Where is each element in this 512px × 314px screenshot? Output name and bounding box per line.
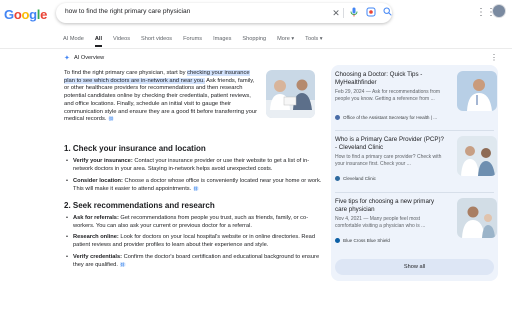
source-site: Office of the Assistant Secretary for He… xyxy=(335,115,438,121)
link-icon[interactable]: ⛓ xyxy=(119,262,126,268)
tab-images[interactable]: Images xyxy=(213,36,231,42)
source-title[interactable]: Choosing a Doctor: Quick Tips - MyHealth… xyxy=(335,71,447,87)
tab-videos[interactable]: Videos xyxy=(113,36,130,42)
item-label: Consider location: xyxy=(73,177,123,184)
source-card[interactable]: Five tips for choosing a new primary car… xyxy=(331,198,498,250)
search-divider xyxy=(343,8,344,18)
section-heading: 2. Seek recommendations and research xyxy=(64,200,215,210)
tab-tools[interactable]: Tools ▾ xyxy=(305,36,322,42)
search-tabs: AI Mode All Videos Short videos Forums I… xyxy=(63,36,323,47)
mic-icon[interactable] xyxy=(348,7,360,19)
card-divider xyxy=(335,130,494,131)
source-site-name: Cleveland Clinic xyxy=(343,176,376,181)
item-label: Ask for referrals: xyxy=(73,214,119,221)
source-card[interactable]: Who is a Primary Care Provider (PCP)? - … xyxy=(331,136,498,188)
list-item: Verify your insurance: Contact your insu… xyxy=(64,158,322,174)
intro-text-rest: Ask friends, family, or other healthcare… xyxy=(64,77,258,123)
ai-overview-title: AI Overview xyxy=(74,55,105,61)
site-favicon-icon xyxy=(335,238,340,244)
source-snippet: Nov 4, 2021 — Many people feel most comf… xyxy=(335,216,426,229)
close-icon[interactable]: ✕ xyxy=(330,7,342,19)
search-box[interactable]: how to find the right primary care physi… xyxy=(56,3,392,23)
list-item: Research online: Look for doctors on you… xyxy=(64,234,322,250)
source-card[interactable]: Choosing a Doctor: Quick Tips - MyHealth… xyxy=(331,71,498,127)
item-label: Verify your insurance: xyxy=(73,158,133,164)
search-input[interactable]: how to find the right primary care physi… xyxy=(65,8,190,15)
sparkle-icon: ✦ xyxy=(64,55,70,62)
doctor-patient-image[interactable] xyxy=(266,70,315,118)
source-site: Blue Cross Blue Shield xyxy=(335,238,390,244)
show-all-button[interactable]: Show all xyxy=(335,259,494,275)
item-label: Research online: xyxy=(73,234,119,241)
source-site-name: Blue Cross Blue Shield xyxy=(343,238,390,243)
link-icon[interactable]: ⛓ xyxy=(108,116,115,122)
tab-forums[interactable]: Forums xyxy=(183,36,202,42)
section-heading: 1. Check your insurance and location xyxy=(64,144,206,153)
tab-ai-mode[interactable]: AI Mode xyxy=(63,36,84,42)
list-item: Verify credentials: Confirm the doctor's… xyxy=(64,254,322,270)
more-options-icon[interactable]: ⋮ xyxy=(490,53,498,62)
site-favicon-icon xyxy=(335,115,340,121)
overview-sections: 1. Check your insurance and location Ver… xyxy=(64,144,322,274)
lens-icon[interactable] xyxy=(365,7,377,19)
source-thumbnail[interactable] xyxy=(457,71,497,111)
source-thumbnail[interactable] xyxy=(457,198,497,238)
intro-text: To find the right primary care physician… xyxy=(64,70,188,76)
source-thumbnail[interactable] xyxy=(457,136,497,176)
source-title[interactable]: Who is a Primary Care Provider (PCP)? - … xyxy=(335,136,447,152)
tabs-divider xyxy=(0,48,512,49)
google-logo[interactable]: Google xyxy=(4,7,47,22)
overview-intro: To find the right primary care physician… xyxy=(64,70,260,124)
tab-shopping[interactable]: Shopping xyxy=(242,36,266,42)
card-divider xyxy=(335,192,494,193)
source-site: Cleveland Clinic xyxy=(335,176,376,182)
link-icon[interactable]: ⛓ xyxy=(192,185,199,191)
search-icon[interactable] xyxy=(381,7,393,19)
avatar[interactable] xyxy=(492,4,506,18)
tab-short-videos[interactable]: Short videos xyxy=(141,36,172,42)
tab-more[interactable]: More ▾ xyxy=(277,36,294,42)
source-title[interactable]: Five tips for choosing a new primary car… xyxy=(335,198,447,214)
source-snippet: How to find a primary care provider? Che… xyxy=(335,154,442,167)
source-site-name: Office of the Assistant Secretary for He… xyxy=(343,115,438,120)
list-item: Ask for referrals: Get recommendations f… xyxy=(64,215,322,231)
list-item: Consider location: Choose a doctor whose… xyxy=(64,178,322,194)
source-snippet: Feb 29, 2024 — Ask for recommendations f… xyxy=(335,89,441,102)
tab-all[interactable]: All xyxy=(94,36,103,47)
item-label: Verify credentials: xyxy=(73,254,122,261)
site-favicon-icon xyxy=(335,176,340,182)
